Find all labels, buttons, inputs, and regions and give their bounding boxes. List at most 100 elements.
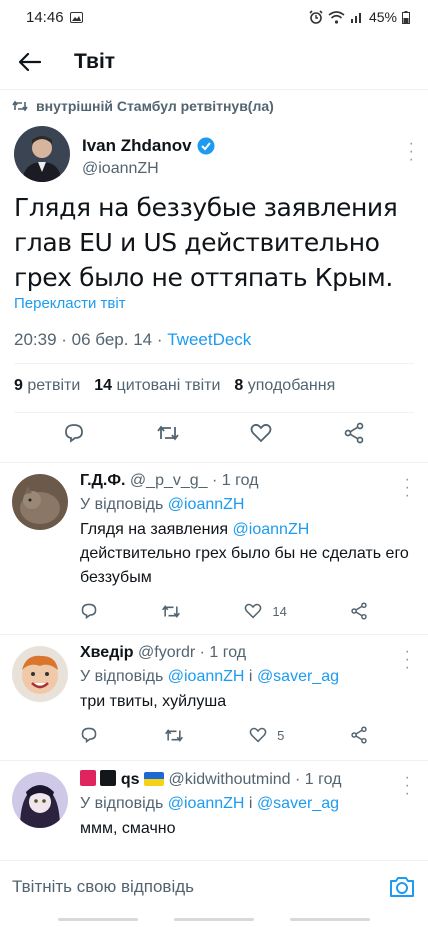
- likes-label: уподобання: [247, 377, 336, 394]
- retweet-icon: [164, 728, 183, 742]
- heart-icon: [250, 423, 272, 443]
- more-options-icon[interactable]: · · ·: [405, 644, 410, 676]
- system-nav-bar: [0, 912, 428, 927]
- reply-author-name[interactable]: qs: [121, 771, 140, 788]
- reply-actions: 5: [0, 726, 428, 744]
- reply-actions: 14: [0, 602, 428, 620]
- nav-gesture-bar[interactable]: [174, 918, 254, 921]
- quotes-count: 14: [94, 377, 113, 394]
- retweet-icon: [157, 425, 179, 441]
- page-title: Твіт: [74, 49, 116, 73]
- reply-avatar[interactable]: [12, 646, 68, 702]
- share-icon: [351, 726, 367, 744]
- retweeted-by[interactable]: внутрішній Стамбул ретвітнув(ла): [12, 98, 274, 114]
- share-button[interactable]: [350, 602, 368, 620]
- like-count: 14: [272, 603, 287, 619]
- share-button[interactable]: [350, 726, 368, 744]
- reply-author-name[interactable]: Хведір: [80, 644, 134, 661]
- tweet-text: Глядя на беззубые заявления глав EU и US…: [14, 193, 398, 292]
- gallery-icon: [69, 11, 83, 23]
- reply-button[interactable]: [80, 602, 98, 620]
- quotes-stat[interactable]: 14 цитовані твіти: [94, 377, 220, 395]
- reply-input[interactable]: Твітніть свою відповідь: [12, 877, 194, 897]
- reply-to-prefix: У відповідь: [80, 668, 164, 685]
- reply-author-handle: @kidwithoutmind: [168, 771, 291, 788]
- tweet-stats: 9 ретвіти 14 цитовані твіти 8 уподобання: [14, 377, 335, 395]
- author-avatar[interactable]: [14, 126, 70, 182]
- reply-icon: [81, 727, 97, 744]
- mention-link[interactable]: @saver_ag: [257, 795, 339, 812]
- reply-button[interactable]: [80, 726, 98, 744]
- retweet-icon: [162, 604, 181, 618]
- signal-icon: [350, 13, 361, 23]
- likes-stat[interactable]: 8 уподобання: [234, 377, 335, 395]
- divider: [0, 760, 428, 761]
- reply-age: 1 год: [304, 771, 342, 788]
- like-button[interactable]: [250, 423, 272, 443]
- status-bar: 14:46 45%: [0, 0, 428, 34]
- retweets-label: ретвіти: [27, 377, 81, 394]
- mention-link[interactable]: @ioannZH: [233, 521, 310, 538]
- reply-composer[interactable]: Твітніть свою відповідь: [0, 860, 428, 912]
- retweets-stat[interactable]: 9 ретвіти: [14, 377, 80, 395]
- verified-badge-icon: [197, 137, 215, 155]
- translate-tweet-link[interactable]: Перекласти твіт: [14, 295, 126, 312]
- author-name[interactable]: Ivan Zhdanov: [82, 136, 192, 156]
- reply-author-handle: @_p_v_g_: [129, 472, 208, 489]
- retweet-button[interactable]: [161, 603, 181, 620]
- nav-gesture-bar[interactable]: [290, 918, 370, 921]
- share-button[interactable]: [343, 422, 365, 444]
- more-options-icon[interactable]: · · ·: [409, 136, 414, 168]
- main-tweet-actions: [0, 422, 428, 444]
- quotes-label: цитовані твіти: [116, 377, 221, 394]
- back-button[interactable]: [0, 34, 60, 90]
- reply-text: ммм, смачно: [80, 820, 176, 837]
- tweet-date: 06 бер. 14: [71, 330, 153, 349]
- heart-icon: [244, 603, 262, 619]
- retweets-count: 9: [14, 377, 23, 394]
- share-icon: [351, 602, 367, 620]
- battery-level: 45%: [368, 9, 397, 25]
- retweet-button[interactable]: [164, 727, 184, 744]
- red-square-emoji-icon: [80, 770, 96, 786]
- reply-button[interactable]: [63, 422, 85, 444]
- like-button[interactable]: 5: [249, 727, 284, 743]
- camera-button[interactable]: [388, 873, 416, 901]
- reply-icon: [81, 603, 97, 620]
- tweet-timestamp: 20:39 · 06 бер. 14 · TweetDeck: [14, 330, 252, 349]
- back-arrow-icon: [19, 52, 41, 71]
- heart-icon: [249, 727, 267, 743]
- divider: [0, 634, 428, 635]
- nav-gesture-bar[interactable]: [58, 918, 138, 921]
- wifi-icon: [328, 10, 345, 24]
- reply-to-and: і: [248, 795, 253, 812]
- reply-age: 1 год: [221, 472, 259, 489]
- ukraine-flag-icon: [144, 772, 165, 786]
- reply-author-name[interactable]: Г.Д.Ф.: [80, 472, 125, 489]
- reply-avatar[interactable]: [12, 474, 68, 530]
- reply-text-part: Глядя на заявления: [80, 521, 229, 538]
- mention-link[interactable]: @saver_ag: [257, 668, 339, 685]
- likes-count: 8: [234, 377, 244, 394]
- divider: [14, 412, 414, 413]
- reply-icon: [65, 424, 84, 443]
- mention-link[interactable]: @ioannZH: [168, 668, 245, 685]
- black-square-emoji-icon: [100, 770, 117, 786]
- reply-to-prefix: У відповідь: [80, 795, 164, 812]
- more-options-icon[interactable]: · · ·: [405, 770, 410, 802]
- reply-text: три твиты, хуйлуша: [80, 693, 227, 710]
- tweet-source-link[interactable]: TweetDeck: [167, 330, 251, 349]
- reply-avatar[interactable]: [12, 772, 68, 828]
- reply-text-part: действительно грех было бы не сделать ег…: [80, 545, 409, 586]
- divider: [14, 363, 414, 364]
- tweet-time: 20:39: [14, 330, 57, 349]
- divider: [0, 462, 428, 463]
- main-tweet: Ivan Zhdanov @ioannZH · · ·: [0, 126, 428, 190]
- mention-link[interactable]: @ioannZH: [168, 795, 245, 812]
- reply-text: Глядя на заявления @ioannZH действительн…: [80, 518, 410, 590]
- battery-icon: [402, 10, 410, 24]
- retweet-button[interactable]: [156, 423, 180, 443]
- mention-link[interactable]: @ioannZH: [168, 496, 245, 513]
- more-options-icon[interactable]: · · ·: [405, 472, 410, 504]
- like-button[interactable]: 14: [244, 603, 287, 619]
